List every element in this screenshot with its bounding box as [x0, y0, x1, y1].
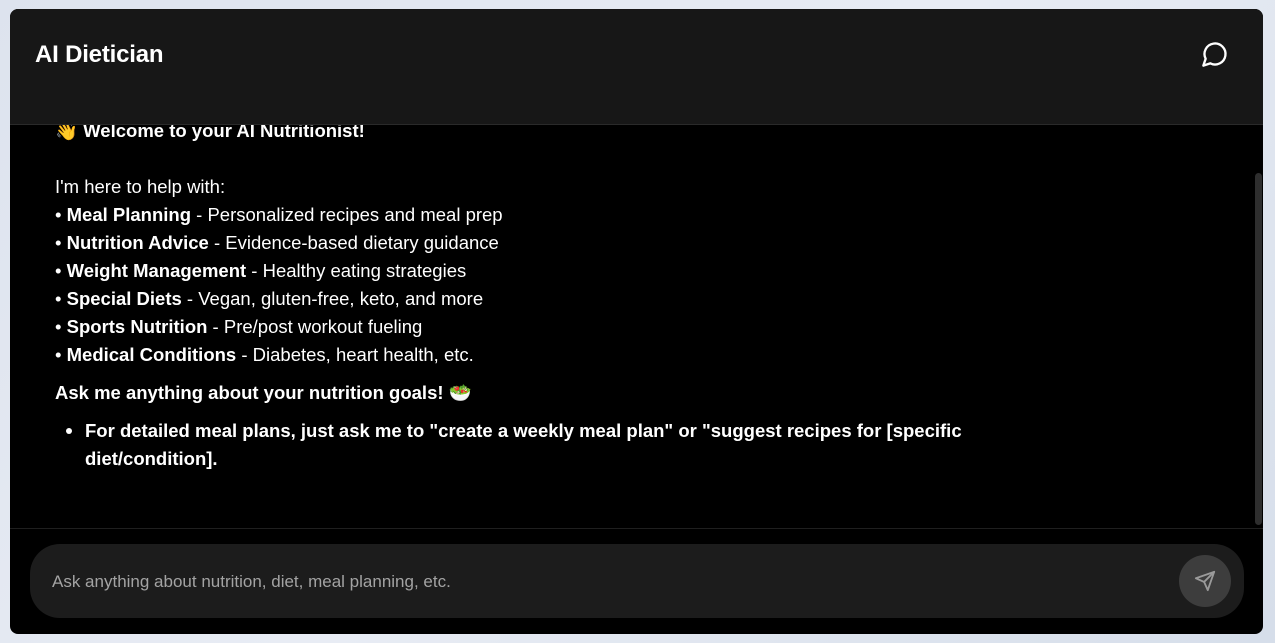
list-item-desc: - Evidence-based dietary guidance: [208, 232, 499, 253]
scrollbar[interactable]: [1255, 173, 1262, 525]
message-input[interactable]: [50, 566, 1154, 598]
list-item-desc: - Diabetes, heart health, etc.: [236, 344, 474, 365]
list-item-label: Meal Planning: [66, 204, 192, 225]
cta-text: Ask me anything about your nutrition goa…: [55, 382, 472, 403]
list-item: • Medical Conditions - Diabetes, heart h…: [55, 344, 474, 365]
send-icon: [1194, 570, 1216, 592]
list-item-label: Sports Nutrition: [66, 316, 208, 337]
chat-bubble-icon[interactable]: [1201, 40, 1229, 68]
list-item: • Special Diets - Vegan, gluten-free, ke…: [55, 288, 484, 309]
app-title: AI Dietician: [35, 41, 164, 68]
list-item-label: Medical Conditions: [66, 344, 237, 365]
list-item: • Nutrition Advice - Evidence-based diet…: [55, 232, 499, 253]
chat-window: AI Dietician 👋 Welcome to your AI Nutrit…: [10, 9, 1263, 634]
list-item-desc: - Pre/post workout fueling: [207, 316, 423, 337]
welcome-text: 👋 Welcome to your AI Nutritionist!: [55, 125, 365, 141]
tip-item: For detailed meal plans, just ask me to …: [66, 417, 1055, 473]
list-item-desc: - Personalized recipes and meal prep: [191, 204, 503, 225]
send-button[interactable]: [1179, 555, 1231, 607]
list-item: • Meal Planning - Personalized recipes a…: [55, 204, 503, 225]
list-item-label: Nutrition Advice: [66, 232, 209, 253]
app-header: AI Dietician: [10, 9, 1263, 125]
composer: [30, 544, 1244, 618]
feature-list: • Meal Planning - Personalized recipes a…: [55, 201, 1055, 369]
list-item-label: Special Diets: [66, 288, 182, 309]
intro-text: I'm here to help with:: [55, 176, 226, 197]
tip-list: For detailed meal plans, just ask me to …: [55, 417, 1055, 473]
list-item-label: Weight Management: [66, 260, 247, 281]
list-item: • Weight Management - Healthy eating str…: [55, 260, 467, 281]
assistant-message: 👋 Welcome to your AI Nutritionist! I'm h…: [55, 125, 1055, 473]
message-area[interactable]: 👋 Welcome to your AI Nutritionist! I'm h…: [10, 125, 1263, 529]
list-item-desc: - Healthy eating strategies: [246, 260, 467, 281]
list-item: • Sports Nutrition - Pre/post workout fu…: [55, 316, 423, 337]
list-item-desc: - Vegan, gluten-free, keto, and more: [181, 288, 484, 309]
